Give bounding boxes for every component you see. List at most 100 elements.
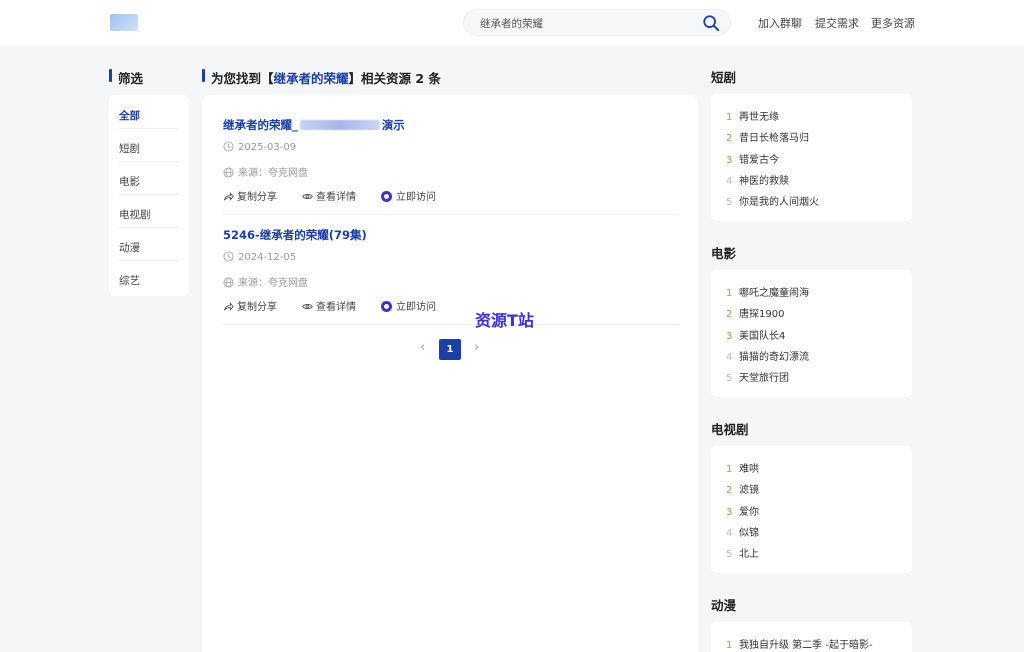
ranking-item[interactable]: 1 哪吒之魔童闹海 bbox=[726, 284, 809, 299]
rank-number: 4 bbox=[726, 528, 733, 539]
ranking-item-title[interactable]: 滤镜 bbox=[739, 485, 759, 496]
view-detail-label-1: 查看详情 bbox=[316, 192, 356, 203]
ranking-item-title[interactable]: 错爱古今 bbox=[739, 155, 779, 166]
rank-number: 1 bbox=[726, 640, 733, 651]
ranking-title-anime: 动漫 bbox=[711, 598, 737, 613]
site-watermark: 资源T站 bbox=[475, 311, 534, 330]
filter-item-short-drama[interactable]: 短剧 bbox=[119, 130, 179, 162]
result-title-2[interactable]: 5246-继承者的荣耀(79集) bbox=[223, 227, 367, 243]
ranking-item-title[interactable]: 神医的救赎 bbox=[739, 176, 789, 187]
ranking-item[interactable]: 1 我独自升级 第二季 -起于暗影- bbox=[726, 636, 873, 651]
pager-prev-button[interactable]: ‹ bbox=[420, 340, 425, 355]
visit-now-button-1[interactable]: 立即访问 bbox=[381, 188, 436, 203]
ranking-item-title[interactable]: 我独自升级 第二季 -起于暗影- bbox=[739, 640, 873, 651]
view-detail-button-2[interactable]: 查看详情 bbox=[302, 298, 356, 313]
results-keyword: 继承者的荣耀 bbox=[273, 71, 349, 86]
filter-item-variety[interactable]: 综艺 bbox=[119, 262, 179, 294]
ranking-item-title[interactable]: 昔日长枪落马归 bbox=[739, 133, 809, 144]
eye-icon bbox=[302, 193, 313, 200]
search-icon[interactable] bbox=[702, 14, 720, 32]
filter-item-movie[interactable]: 电影 bbox=[119, 163, 179, 195]
filter-item-anime[interactable]: 动漫 bbox=[119, 229, 179, 261]
result-source-2-text: 来源：夸克网盘 bbox=[238, 278, 308, 289]
ranking-item[interactable]: 4 猫猫的奇幻漂流 bbox=[726, 348, 809, 363]
ranking-item-title[interactable]: 再世无缘 bbox=[739, 112, 779, 123]
ranking-item[interactable]: 3 错爱古今 bbox=[726, 151, 779, 166]
pager-next-button[interactable]: › bbox=[474, 340, 479, 355]
ranking-item-title[interactable]: 爱你 bbox=[739, 507, 759, 518]
ranking-item-title[interactable]: 哪吒之魔童闹海 bbox=[739, 288, 809, 299]
ranking-title-short-drama: 短剧 bbox=[711, 70, 737, 85]
visit-now-button-2[interactable]: 立即访问 bbox=[381, 298, 436, 313]
pager-page-current[interactable]: 1 bbox=[439, 339, 461, 360]
ranking-item[interactable]: 2 唐探1900 bbox=[726, 305, 784, 320]
rank-number: 3 bbox=[726, 507, 733, 518]
ranking-item[interactable]: 1 再世无缘 bbox=[726, 108, 779, 123]
ranking-item-title[interactable]: 似锦 bbox=[739, 528, 759, 539]
ranking-item-title[interactable]: 天堂旅行团 bbox=[739, 373, 789, 384]
rank-number: 3 bbox=[726, 331, 733, 342]
ranking-item-title[interactable]: 美国队长4 bbox=[739, 331, 785, 342]
results-title-bar bbox=[202, 69, 205, 82]
globe-icon bbox=[223, 167, 234, 178]
visit-ring-icon bbox=[381, 191, 392, 202]
copy-share-button-2[interactable]: 复制分享 bbox=[223, 298, 277, 313]
nav-join-group[interactable]: 加入群聊 bbox=[758, 15, 802, 31]
site-logo[interactable] bbox=[110, 14, 138, 31]
ranking-item-title[interactable]: 猫猫的奇幻漂流 bbox=[739, 352, 809, 363]
result-title-1-start[interactable]: 继承者的荣耀_ bbox=[223, 118, 298, 132]
result-divider bbox=[223, 214, 679, 215]
result-date-1: 2025-03-09 bbox=[223, 141, 296, 153]
ranking-item[interactable]: 1 难哄 bbox=[726, 460, 759, 475]
ranking-item[interactable]: 3 美国队长4 bbox=[726, 327, 785, 342]
ranking-item-title[interactable]: 难哄 bbox=[739, 464, 759, 475]
search-box bbox=[463, 9, 731, 36]
rank-number: 5 bbox=[726, 197, 733, 208]
result-date-2: 2024-12-05 bbox=[223, 251, 296, 263]
ranking-item[interactable]: 2 滤镜 bbox=[726, 481, 759, 496]
filter-item-tv-series[interactable]: 电视剧 bbox=[119, 196, 179, 228]
ranking-item[interactable]: 3 爱你 bbox=[726, 503, 759, 518]
eye-icon bbox=[302, 303, 313, 310]
nav-more-resources[interactable]: 更多资源 bbox=[871, 15, 915, 31]
rank-number: 1 bbox=[726, 288, 733, 299]
ranking-item[interactable]: 5 天堂旅行团 bbox=[726, 369, 789, 384]
ranking-panel-movie: 1 哪吒之魔童闹海 2 唐探1900 3 美国队长4 4 猫猫的奇幻漂流 5 天堂旅行团 bbox=[711, 270, 912, 397]
share-icon bbox=[223, 302, 234, 311]
ranking-panel-tv-series: 1 难哄 2 滤镜 3 爱你 4 似锦 5 北上 bbox=[711, 446, 912, 573]
filter-title: 筛选 bbox=[118, 71, 144, 86]
results-heading-prefix: 为您找到【 bbox=[211, 71, 274, 86]
rank-number: 2 bbox=[726, 133, 733, 144]
result-title-2-start[interactable]: 5246-继承者的荣耀(79集) bbox=[223, 228, 367, 242]
ranking-item-title[interactable]: 你是我的人间烟火 bbox=[739, 197, 819, 208]
visit-now-label-2: 立即访问 bbox=[396, 302, 436, 313]
result-divider bbox=[223, 324, 679, 325]
ranking-item[interactable]: 5 你是我的人间烟火 bbox=[726, 193, 819, 208]
ranking-item[interactable]: 2 昔日长枪落马归 bbox=[726, 129, 809, 144]
rank-number: 5 bbox=[726, 373, 733, 384]
top-header: 加入群聊 提交需求 更多资源 bbox=[0, 0, 1024, 45]
ranking-item-title[interactable]: 唐探1900 bbox=[739, 309, 784, 320]
rank-number: 2 bbox=[726, 309, 733, 320]
copy-share-label-1: 复制分享 bbox=[237, 192, 277, 203]
ranking-title-movie: 电影 bbox=[711, 246, 737, 261]
rank-number: 5 bbox=[726, 549, 733, 560]
result-title-1[interactable]: 继承者的荣耀_ 演示 bbox=[223, 117, 405, 133]
result-source-1: 来源：夸克网盘 bbox=[223, 164, 308, 179]
view-detail-button-1[interactable]: 查看详情 bbox=[302, 188, 356, 203]
rank-number: 4 bbox=[726, 176, 733, 187]
ranking-item-title[interactable]: 北上 bbox=[739, 549, 759, 560]
result-title-1-end[interactable]: 演示 bbox=[382, 118, 405, 132]
nav-submit-request[interactable]: 提交需求 bbox=[815, 15, 859, 31]
view-detail-label-2: 查看详情 bbox=[316, 302, 356, 313]
copy-share-button-1[interactable]: 复制分享 bbox=[223, 188, 277, 203]
search-input[interactable] bbox=[480, 15, 690, 31]
ranking-item[interactable]: 4 神医的救赎 bbox=[726, 172, 789, 187]
rank-number: 4 bbox=[726, 352, 733, 363]
share-icon bbox=[223, 192, 234, 201]
redacted-text-mask bbox=[299, 120, 380, 130]
ranking-item[interactable]: 4 似锦 bbox=[726, 524, 759, 539]
ranking-item[interactable]: 5 北上 bbox=[726, 545, 759, 560]
filter-item-all[interactable]: 全部 bbox=[119, 97, 179, 129]
ranking-panel-short-drama: 1 再世无缘 2 昔日长枪落马归 3 错爱古今 4 神医的救赎 5 你是我的人间烟火 bbox=[711, 94, 912, 221]
